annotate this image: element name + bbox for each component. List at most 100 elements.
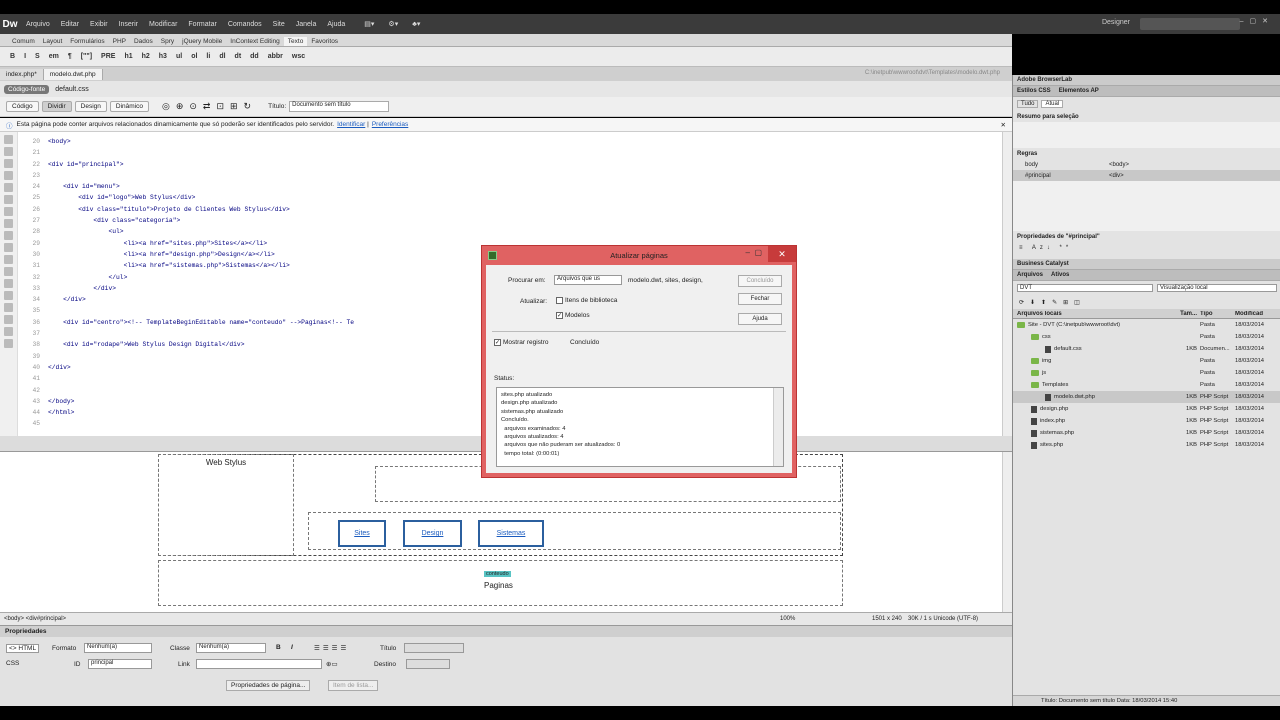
li-button[interactable]: li <box>206 53 210 60</box>
code-line[interactable]: 32 </ul> <box>22 272 354 283</box>
link-input[interactable] <box>196 659 322 669</box>
code-line[interactable]: 35 <box>22 305 354 316</box>
done-button[interactable]: Concluído <box>738 275 782 287</box>
link-point-icons[interactable]: ⊕▭ <box>326 660 338 668</box>
bold-button[interactable]: B <box>10 53 15 60</box>
code-line[interactable]: 38 <div id="rodape">Web Stylus Design Di… <box>22 339 354 350</box>
title-input[interactable]: Documento sem título <box>289 101 390 112</box>
code-line[interactable]: 21 <box>22 147 354 158</box>
menu-editar[interactable]: Editar <box>61 21 79 28</box>
target-select[interactable] <box>406 659 450 669</box>
workspace-switcher[interactable]: Designer <box>1102 19 1130 26</box>
code-line[interactable]: 24 <div id="menu"> <box>22 181 354 192</box>
code-line[interactable]: 31 <li><a href="sistemas.php">Sistemas</… <box>22 260 354 271</box>
view-tool-icons[interactable]: ◎⊕⊙⇄⊡⊞↻ <box>162 101 257 112</box>
id-select[interactable]: principal <box>88 659 152 669</box>
design-scrollbar[interactable] <box>1002 452 1012 612</box>
h2-button[interactable]: h2 <box>142 53 150 60</box>
window-controls[interactable]: –▢✕ <box>1240 17 1274 25</box>
file-row[interactable]: Templates Pasta 18/03/2014 <box>1013 379 1280 391</box>
col-size[interactable]: Tam... <box>1171 311 1197 317</box>
file-row[interactable]: sites.php 1KB PHP Script 18/03/2014 <box>1013 439 1280 451</box>
balance-braces-icon[interactable] <box>4 207 13 216</box>
italic-prop-button[interactable]: I <box>291 644 293 651</box>
syntax-error-icon[interactable] <box>4 243 13 252</box>
rule-row[interactable]: body <body> <box>1013 159 1280 170</box>
code-line[interactable]: 33 </div> <box>22 283 354 294</box>
code-line[interactable]: 28 <ul> <box>22 226 354 237</box>
tab-assets[interactable]: Ativos <box>1051 272 1069 278</box>
page-properties-button[interactable]: Propriedades de página... <box>226 680 311 691</box>
tab-files[interactable]: Arquivos <box>1017 272 1043 278</box>
code-line[interactable]: 27 <div class="categoria"> <box>22 215 354 226</box>
tab-css-styles[interactable]: Estilos CSS <box>1017 88 1051 94</box>
css-current-button[interactable]: Atual <box>1041 100 1064 108</box>
abbr-button[interactable]: abbr <box>268 53 283 60</box>
blockquote-button[interactable]: [""] <box>81 53 92 60</box>
site-select[interactable]: DVT <box>1017 284 1153 292</box>
centro-div[interactable]: conteudo Paginas <box>158 560 843 606</box>
files-toolbar[interactable]: ⟳⬇⬆✎⊞◫ <box>1013 295 1280 309</box>
show-log-checkbox[interactable]: ✓ Mostrar registro <box>494 339 549 346</box>
col-modified[interactable]: Modificad <box>1235 311 1275 317</box>
format-source-icon[interactable] <box>4 339 13 348</box>
search-in-select[interactable]: Arquivos que us <box>554 275 622 285</box>
code-line[interactable]: 22 <div id="principal"> <box>22 159 354 170</box>
code-line[interactable]: 39 <box>22 351 354 362</box>
dt-button[interactable]: dt <box>235 53 242 60</box>
line-numbers-icon[interactable] <box>4 219 13 228</box>
related-css-file[interactable]: default.css <box>55 86 88 93</box>
wsc-button[interactable]: wsc <box>292 53 305 60</box>
class-select[interactable]: Nenhum(a) <box>196 643 266 653</box>
close-button[interactable]: Fechar <box>738 293 782 305</box>
file-row[interactable]: sistemas.php 1KB PHP Script 18/03/2014 <box>1013 427 1280 439</box>
menu-janela[interactable]: Janela <box>296 21 317 28</box>
close-icon[interactable]: ✕ <box>768 246 796 262</box>
open-documents-icon[interactable] <box>4 135 13 144</box>
outdent-icon[interactable] <box>4 327 13 336</box>
tab-favoritos[interactable]: Favoritos <box>307 37 342 46</box>
indent-icon[interactable] <box>4 315 13 324</box>
code-line[interactable]: 42 <box>22 385 354 396</box>
title-prop-input[interactable] <box>404 643 464 653</box>
file-row[interactable]: css Pasta 18/03/2014 <box>1013 331 1280 343</box>
identify-link[interactable]: Identificar <box>337 121 365 128</box>
search-input[interactable] <box>1140 18 1240 30</box>
tab-jquery-mobile[interactable]: jQuery Mobile <box>178 37 226 46</box>
apply-comment-icon[interactable] <box>4 255 13 264</box>
tab-spry[interactable]: Spry <box>157 37 178 46</box>
rule-row[interactable]: #principal <div> <box>1013 170 1280 181</box>
tab-incontext[interactable]: InContext Editing <box>226 37 284 46</box>
em-button[interactable]: em <box>49 53 59 60</box>
close-icon[interactable]: ✕ <box>1001 121 1006 129</box>
collapse-tag-icon[interactable] <box>4 159 13 168</box>
tab-php[interactable]: PHP <box>109 37 130 46</box>
col-local-files[interactable]: Arquivos locais <box>1013 311 1171 317</box>
log-scrollbar[interactable] <box>773 388 783 466</box>
code-scrollbar[interactable] <box>1002 132 1012 436</box>
help-button[interactable]: Ajuda <box>738 313 782 325</box>
wrap-tag-icon[interactable] <box>4 279 13 288</box>
menu-formatar[interactable]: Formatar <box>188 21 216 28</box>
file-row[interactable]: default.css 1KB Documen... 18/03/2014 <box>1013 343 1280 355</box>
menu-arquivo[interactable]: Arquivo <box>26 21 50 28</box>
html-mode-button[interactable]: <> HTML <box>6 644 40 653</box>
code-line[interactable]: 34 </div> <box>22 294 354 305</box>
menu-ajuda[interactable]: Ajuda <box>327 21 345 28</box>
code-line[interactable]: 23 <box>22 170 354 181</box>
italic-button[interactable]: I <box>24 53 26 60</box>
highlight-invalid-icon[interactable] <box>4 231 13 240</box>
ol-button[interactable]: ol <box>191 53 197 60</box>
h3-button[interactable]: h3 <box>159 53 167 60</box>
css-view-icons[interactable]: ≡ Az↓ ** <box>1013 242 1280 254</box>
select-parent-tag-icon[interactable] <box>4 195 13 204</box>
bold-prop-button[interactable]: B <box>276 644 281 651</box>
collapse-selection-icon[interactable] <box>4 171 13 180</box>
nav-link-design[interactable]: Design <box>403 520 462 547</box>
code-line[interactable]: 26 <div class="titulo">Projeto de Client… <box>22 204 354 215</box>
remove-comment-icon[interactable] <box>4 267 13 276</box>
code-line[interactable]: 30 <li><a href="design.php">Design</a></… <box>22 249 354 260</box>
file-row[interactable]: Site - DVT (C:\inetpub\wwwroot\dvt) Pasta… <box>1013 319 1280 331</box>
sites-icon[interactable]: ♣▾ <box>412 20 420 28</box>
categoria-div[interactable] <box>308 512 841 550</box>
